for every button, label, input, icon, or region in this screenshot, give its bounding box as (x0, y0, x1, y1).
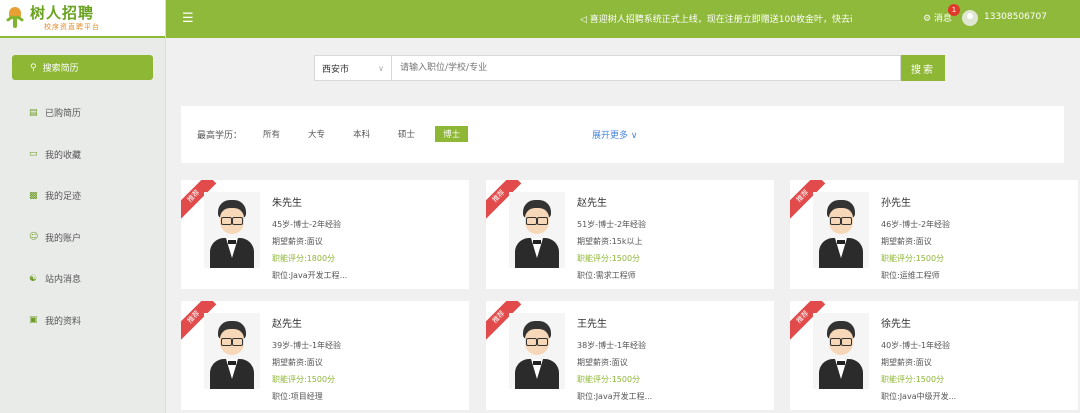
candidate-position: 职位:运维工程师 (881, 271, 940, 280)
candidate-salary: 期望薪资:面议 (272, 237, 323, 246)
sidebar-item-favorites[interactable]: ▭ 我的收藏 (0, 134, 166, 176)
expand-more-link[interactable]: 展开更多 ∨ (592, 128, 637, 141)
message-count-badge: 1 (948, 4, 960, 16)
sidebar-item-messages[interactable]: ☯ 站内消息 (0, 258, 166, 300)
candidate-age-education: 39岁-博士-1年经验 (272, 341, 342, 350)
logo[interactable]: 树人招聘 校序资直聘平台 (0, 0, 165, 38)
candidate-name: 朱先生 (272, 198, 302, 209)
message-icon: ☯ (29, 273, 38, 284)
speaker-icon: ◁ (580, 15, 587, 25)
chevron-down-icon: ∨ (630, 131, 638, 141)
sidebar-item-account[interactable]: ☺ 我的账户 (0, 217, 166, 259)
candidate-card[interactable]: 推荐 孙先生 46岁-博士-2年经验 期望薪资:面议 职能评分:1500分 职位… (790, 180, 1078, 289)
candidate-position: 职位:项目经理 (272, 392, 323, 401)
candidate-card[interactable]: 推荐 王先生 38岁-博士-1年经验 期望薪资:面议 职能评分:1500分 职位… (486, 301, 774, 410)
city-select[interactable]: 西安市 ∨ (314, 55, 392, 81)
candidate-name: 赵先生 (577, 198, 607, 209)
candidate-salary: 期望薪资:面议 (577, 358, 628, 367)
sidebar-item-purchased-resumes[interactable]: ▤ 已购简历 (0, 92, 166, 134)
candidate-name: 孙先生 (881, 198, 911, 209)
education-filter: 最高学历： 所有 大专 本科 硕士 博士 展开更多 ∨ (181, 106, 1064, 163)
messages-label: 消息 (933, 14, 952, 24)
candidate-score: 职能评分:1500分 (577, 254, 641, 263)
candidate-salary: 期望薪资:面议 (881, 237, 932, 246)
filter-label: 最高学历： (197, 131, 243, 141)
sidebar-item-history[interactable]: ▩ 我的足迹 (0, 175, 166, 217)
candidate-avatar (813, 192, 869, 268)
candidate-card[interactable]: 推荐 朱先生 45岁-博士-2年经验 期望薪资:面议 职能评分:1800分 职位… (181, 180, 469, 289)
candidate-age-education: 46岁-博士-2年经验 (881, 220, 951, 229)
announcement-text: 喜迎树人招聘系统正式上线，现在注册立即赠送100枚金叶，快去i (589, 15, 853, 25)
search-bar: 西安市 ∨ 搜索 (314, 55, 945, 81)
candidate-salary: 期望薪资:面议 (881, 358, 932, 367)
bell-icon: ⚙ (923, 14, 932, 24)
candidate-position: 职位:需求工程师 (577, 271, 636, 280)
sidebar-item-label: 我的足迹 (45, 192, 82, 203)
sidebar-item-label: 站内消息 (45, 275, 82, 286)
folder-icon: ▭ (29, 149, 38, 160)
sidebar: 树人招聘 校序资直聘平台 ⚲ 搜索简历 ▤ 已购简历 ▭ 我的收藏 ▩ 我的足迹… (0, 0, 166, 413)
candidate-score: 职能评分:1500分 (272, 375, 336, 384)
search-button[interactable]: 搜索 (901, 55, 945, 81)
search-resume-button[interactable]: ⚲ 搜索简历 (12, 55, 153, 80)
candidate-avatar (813, 313, 869, 389)
filter-option-college[interactable]: 大专 (300, 126, 333, 142)
candidate-position: 职位:Java开发工程... (272, 271, 348, 280)
candidate-name: 王先生 (577, 319, 607, 330)
chevron-down-icon: ∨ (378, 63, 384, 73)
resume-icon: ▤ (29, 107, 38, 118)
logo-subtitle: 校序资直聘平台 (44, 22, 100, 31)
candidate-card[interactable]: 推荐 徐先生 40岁-博士-1年经验 期望薪资:面议 职能评分:1500分 职位… (790, 301, 1078, 410)
candidate-age-education: 45岁-博士-2年经验 (272, 220, 342, 229)
sidebar-item-label: 我的资料 (45, 316, 82, 327)
city-value: 西安市 (322, 64, 350, 75)
sidebar-item-label: 我的收藏 (45, 150, 82, 161)
filter-option-doctor[interactable]: 博士 (435, 126, 469, 142)
candidate-avatar (509, 313, 565, 389)
avatar[interactable] (962, 10, 978, 26)
messages-button[interactable]: ⚙ 消息 (923, 11, 952, 24)
filter-option-all[interactable]: 所有 (255, 126, 288, 142)
candidate-position: 职位:Java中级开发... (881, 392, 957, 401)
candidate-age-education: 51岁-博士-2年经验 (577, 220, 647, 229)
filter-option-master[interactable]: 硕士 (390, 126, 423, 142)
logo-tree-icon (5, 7, 25, 29)
candidate-avatar (204, 192, 260, 268)
candidate-avatar (204, 313, 260, 389)
candidate-salary: 期望薪资:面议 (272, 358, 323, 367)
sidebar-item-label: 已购简历 (45, 109, 82, 120)
search-resume-label: 搜索简历 (42, 64, 79, 74)
sidebar-menu: ▤ 已购简历 ▭ 我的收藏 ▩ 我的足迹 ☺ 我的账户 ☯ 站内消息 ▣ 我的资… (0, 92, 166, 341)
chart-icon: ▩ (29, 190, 38, 201)
menu-toggle-icon[interactable]: ☰ (182, 11, 194, 26)
announcement: ◁ 喜迎树人招聘系统正式上线，现在注册立即赠送100枚金叶，快去i (580, 12, 852, 25)
candidate-age-education: 40岁-博士-1年经验 (881, 341, 951, 350)
candidate-name: 赵先生 (272, 319, 302, 330)
candidate-name: 徐先生 (881, 319, 911, 330)
candidate-card[interactable]: 推荐 赵先生 39岁-博士-1年经验 期望薪资:面议 职能评分:1500分 职位… (181, 301, 469, 410)
sidebar-item-label: 我的账户 (45, 233, 82, 244)
filter-options: 所有 大专 本科 硕士 博士 (255, 126, 480, 142)
candidate-score: 职能评分:1500分 (577, 375, 641, 384)
candidate-position: 职位:Java开发工程... (577, 392, 653, 401)
search-icon: ⚲ (30, 62, 37, 73)
profile-icon: ▣ (29, 315, 38, 326)
candidate-age-education: 38岁-博士-1年经验 (577, 341, 647, 350)
logo-title: 树人招聘 (30, 3, 95, 22)
candidate-card[interactable]: 推荐 赵先生 51岁-博士-2年经验 期望薪资:15k以上 职能评分:1500分… (486, 180, 774, 289)
candidate-score: 职能评分:1800分 (272, 254, 336, 263)
filter-option-bachelor[interactable]: 本科 (345, 126, 378, 142)
expand-more-label: 展开更多 (592, 131, 629, 141)
sidebar-item-profile[interactable]: ▣ 我的资料 (0, 300, 166, 342)
candidate-score: 职能评分:1500分 (881, 254, 945, 263)
search-input[interactable] (392, 55, 901, 81)
user-phone[interactable]: 13308506707 (984, 12, 1047, 22)
user-icon: ☺ (29, 232, 39, 243)
candidate-score: 职能评分:1500分 (881, 375, 945, 384)
top-bar: ☰ ◁ 喜迎树人招聘系统正式上线，现在注册立即赠送100枚金叶，快去i ⚙ 消息… (166, 0, 1080, 38)
candidate-avatar (509, 192, 565, 268)
candidate-salary: 期望薪资:15k以上 (577, 237, 643, 246)
